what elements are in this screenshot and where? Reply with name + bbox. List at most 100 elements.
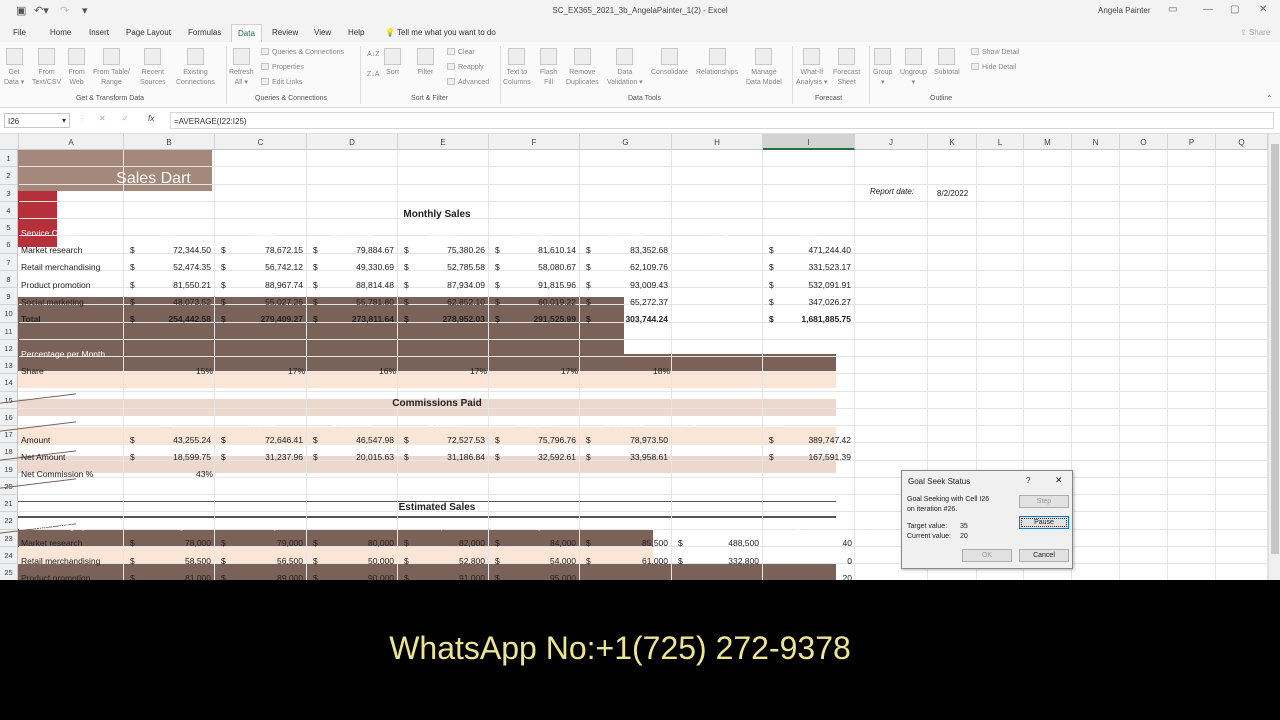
sort-z-a-button[interactable]: Z↓A [367, 70, 379, 79]
reapply-button[interactable]: Reapply [447, 63, 484, 72]
ribbon-display-icon[interactable]: ▭ [1168, 4, 1177, 15]
column-header-e[interactable]: E [398, 134, 489, 150]
remove-duplicates-button[interactable]: Remove Duplicates [566, 48, 599, 88]
name-box[interactable]: I26 ▾ [4, 113, 70, 128]
hide-detail-button[interactable]: Hide Detail [971, 63, 1016, 72]
row-header-25[interactable]: 25 [0, 564, 18, 580]
row-header-9[interactable]: 9 [0, 288, 18, 306]
tell-me-search[interactable]: 💡 Tell me what you want to do [385, 28, 496, 37]
recent-sources-button[interactable]: Recent Sources [140, 48, 166, 88]
manage-data-model-button[interactable]: Manage Data Model [746, 48, 782, 88]
step-button[interactable]: Step [1019, 495, 1069, 508]
advanced-filter-icon [447, 78, 455, 85]
column-header-h[interactable]: H [672, 134, 763, 150]
column-header-n[interactable]: N [1072, 134, 1120, 150]
row-header-13[interactable]: 13 [0, 357, 18, 375]
text-to-columns-button[interactable]: Text to Columns [503, 48, 531, 88]
column-header-l[interactable]: L [977, 134, 1024, 150]
help-icon[interactable]: ? [1026, 476, 1030, 485]
dialog-close-icon[interactable]: ✕ [1055, 475, 1063, 486]
cancel-button[interactable]: Cancel [1019, 549, 1069, 562]
column-header-j[interactable]: J [855, 134, 928, 150]
column-header-o[interactable]: O [1120, 134, 1168, 150]
row-header-8[interactable]: 8 [0, 270, 18, 288]
maximize-icon[interactable]: ▢ [1230, 4, 1239, 15]
minimize-icon[interactable]: — [1203, 4, 1213, 15]
row-header-10[interactable]: 10 [0, 305, 18, 323]
column-header-m[interactable]: M [1024, 134, 1072, 150]
row-header-1[interactable]: 1 [0, 150, 18, 168]
row-header-6[interactable]: 6 [0, 236, 18, 254]
from-text-csv-button[interactable]: From Text/CSV [32, 48, 61, 88]
refresh-all-button[interactable]: Refresh All ▾ [229, 48, 254, 88]
column-header-q[interactable]: Q [1216, 134, 1268, 150]
column-header-g[interactable]: G [580, 134, 672, 150]
queries-connections-button[interactable]: Queries & Connections [261, 48, 344, 57]
row-header-4[interactable]: 4 [0, 201, 18, 219]
share-button[interactable]: ⇪ Share [1240, 28, 1270, 37]
ok-button[interactable]: OK [962, 549, 1012, 562]
sort-a-z-button[interactable]: A↓Z [367, 50, 379, 59]
close-icon[interactable]: ✕ [1259, 4, 1267, 15]
tab-help[interactable]: Help [348, 28, 364, 37]
flash-fill-button[interactable]: Flash Fill [540, 48, 557, 88]
row-header-11[interactable]: 11 [0, 322, 18, 340]
show-detail-button[interactable]: Show Detail [971, 48, 1019, 57]
data-validation-button[interactable]: Data Validation ▾ [607, 48, 643, 88]
column-header-b[interactable]: B [124, 134, 215, 150]
cancel-entry-icon[interactable]: ✕ [99, 114, 106, 123]
get-data-button[interactable]: Get Data ▾ [4, 48, 24, 88]
column-header-i[interactable]: I [763, 134, 855, 150]
tab-home[interactable]: Home [50, 28, 71, 37]
row-header-24[interactable]: 24 [0, 546, 18, 564]
existing-connections-button[interactable]: Existing Connections [176, 48, 215, 88]
tab-data[interactable]: Data [231, 24, 262, 42]
insert-function-icon[interactable]: fx [148, 114, 154, 123]
column-header-p[interactable]: P [1168, 134, 1216, 150]
properties-button[interactable]: Properties [261, 63, 304, 72]
tab-review[interactable]: Review [272, 28, 298, 37]
sales-value: 52,785.58 [447, 262, 485, 273]
column-header-a[interactable]: A [19, 134, 124, 150]
column-header-f[interactable]: F [489, 134, 580, 150]
row-header-2[interactable]: 2 [0, 167, 18, 185]
subtotal-button[interactable]: Subtotal [934, 48, 960, 78]
what-if-analysis-button[interactable]: What-If Analysis ▾ [796, 48, 828, 88]
sort-button[interactable]: Sort [384, 48, 401, 78]
column-header-k[interactable]: K [928, 134, 977, 150]
advanced-button[interactable]: Advanced [447, 78, 489, 87]
tab-formulas[interactable]: Formulas [188, 28, 221, 37]
from-table-range-button[interactable]: From Table/Range [93, 48, 130, 88]
ungroup-button[interactable]: Ungroup ▾ [900, 48, 927, 88]
forecast-sheet-button[interactable]: Forecast Sheet [833, 48, 860, 88]
tab-view[interactable]: View [314, 28, 331, 37]
tab-insert[interactable]: Insert [89, 28, 109, 37]
worksheet-grid[interactable]: A B C D E F G H I J K L M N O P Q 1 2 3 4 5 6 7 8 9 10 11 12 13 14 15 16… [0, 134, 1268, 580]
tab-file[interactable]: File [13, 28, 26, 37]
row-header-21[interactable]: 21 [0, 495, 18, 513]
edit-links-button[interactable]: Edit Links [261, 78, 302, 87]
scroll-thumb[interactable] [1271, 144, 1279, 554]
group-button[interactable]: Group ▾ [873, 48, 892, 88]
tab-page-layout[interactable]: Page Layout [126, 28, 171, 37]
row-header-3[interactable]: 3 [0, 184, 18, 202]
formula-input[interactable]: =AVERAGE(I22:I25) [170, 112, 1274, 129]
filter-button[interactable]: Filter [417, 48, 434, 78]
consolidate-button[interactable]: Consolidate [651, 48, 688, 78]
collapse-ribbon-icon[interactable]: ⌃ [1266, 94, 1273, 103]
row-header-14[interactable]: 14 [0, 374, 18, 392]
from-web-button[interactable]: From Web [68, 48, 85, 88]
confirm-entry-icon[interactable]: ✓ [122, 114, 129, 123]
report-title-line1: Semi-Annual [394, 152, 480, 169]
row-header-12[interactable]: 12 [0, 339, 18, 357]
row-header-7[interactable]: 7 [0, 253, 18, 271]
relationships-button[interactable]: Relationships [696, 48, 738, 78]
vertical-scrollbar[interactable] [1268, 134, 1280, 580]
clear-button[interactable]: Clear [447, 48, 475, 57]
column-header-c[interactable]: C [215, 134, 307, 150]
column-header-d[interactable]: D [307, 134, 398, 150]
est-header-2: February [243, 521, 278, 531]
row-header-5[interactable]: 5 [0, 219, 18, 237]
pause-button[interactable]: Pause [1019, 516, 1069, 529]
user-name[interactable]: Angela Painter [1098, 6, 1150, 15]
